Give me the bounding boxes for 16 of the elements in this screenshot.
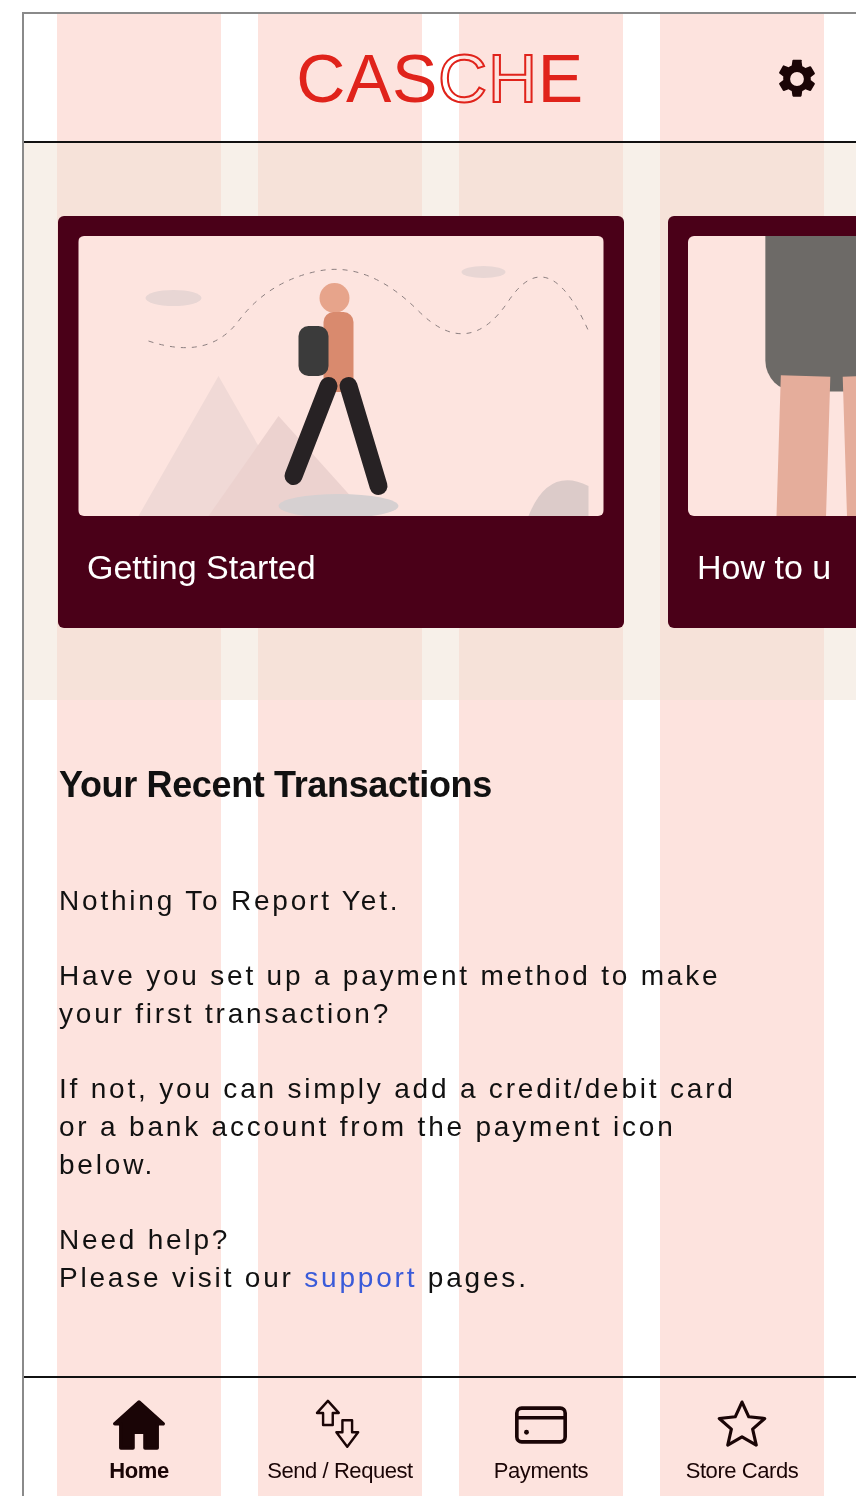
nav-tab[interactable]: Send / Request xyxy=(258,1378,422,1496)
card-title: Getting Started xyxy=(87,546,316,588)
card-title: How to u xyxy=(697,546,832,588)
nav-tab[interactable]: Home xyxy=(57,1378,221,1496)
logo: CASCHE xyxy=(296,43,584,112)
help-question: Need help? xyxy=(59,1223,231,1257)
help-paragraph: Please visit our support pages. xyxy=(59,1261,529,1295)
guide-card[interactable]: How to u xyxy=(668,216,856,628)
nav-tab[interactable]: Store Cards xyxy=(660,1378,824,1496)
info-paragraph: Nothing To Report Yet. xyxy=(59,884,402,918)
info-paragraph: Have you set up a payment method to make your first transaction? xyxy=(59,959,722,1031)
support-link[interactable]: support xyxy=(304,1262,418,1293)
nav-tab[interactable]: Payments xyxy=(459,1378,623,1496)
section-heading: Your Recent Transactions xyxy=(59,763,493,807)
info-paragraph: If not, you can simply add a credit/debit card or a bank account from the payment icon below. xyxy=(59,1072,737,1182)
guide-card[interactable]: Getting Started xyxy=(58,216,624,628)
